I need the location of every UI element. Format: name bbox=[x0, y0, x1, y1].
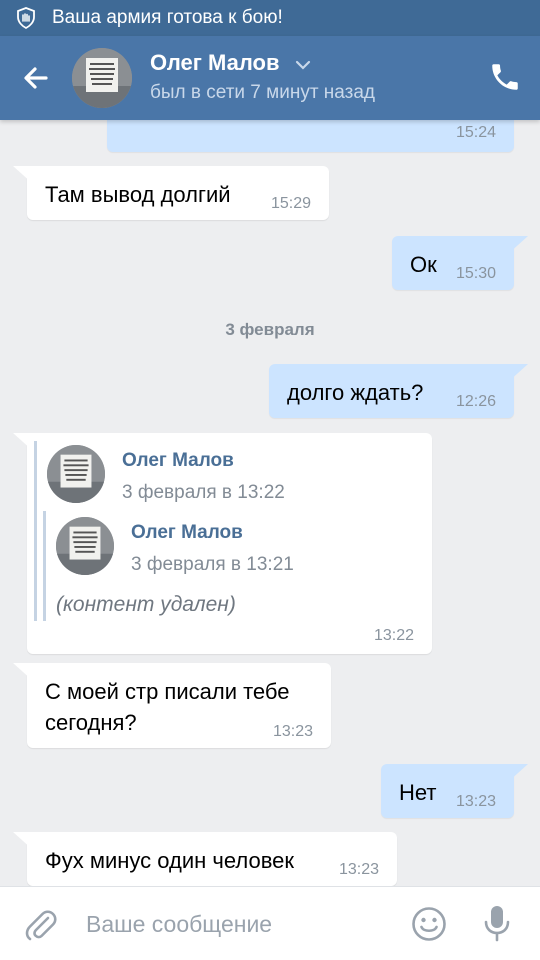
bubble-tail bbox=[508, 236, 528, 254]
forwarded-inner-avatar[interactable] bbox=[56, 517, 114, 575]
message-text: долго ждать? bbox=[287, 380, 424, 405]
message-incoming-forwarded[interactable]: Олег Малов 3 февраля в 13:22 Олег Малов … bbox=[13, 433, 432, 654]
message-text: Фух минус один человек bbox=[45, 848, 294, 873]
message-outgoing[interactable]: долго ждать? 12:26 bbox=[269, 364, 528, 418]
avatar-image bbox=[56, 517, 114, 575]
message-incoming[interactable]: Там вывод долгий 15:29 bbox=[13, 166, 329, 220]
message-composer: Ваше сообщение bbox=[0, 886, 540, 960]
notification-hand-icon bbox=[17, 7, 35, 30]
deleted-content-text: (контент удален) bbox=[56, 593, 236, 616]
chevron-down-icon[interactable] bbox=[294, 58, 312, 72]
message-time: 13:23 bbox=[272, 723, 313, 740]
message-time: 13:22 bbox=[373, 627, 414, 644]
message-text: Нет bbox=[399, 780, 437, 805]
message-time: 12:26 bbox=[455, 393, 496, 410]
message-incoming[interactable]: Фух минус один человек 13:23 bbox=[13, 832, 397, 886]
message-text-line-2: сегодня? bbox=[45, 710, 137, 735]
bubble-tail bbox=[13, 663, 33, 681]
message-text: Там вывод долгий bbox=[45, 182, 231, 207]
message-outgoing[interactable]: 15:24 bbox=[107, 120, 514, 152]
message-time: 15:24 bbox=[455, 124, 496, 141]
message-time: 15:30 bbox=[455, 265, 496, 282]
message-outgoing[interactable]: Нет 13:23 bbox=[381, 764, 528, 818]
bubble-tail bbox=[508, 364, 528, 382]
phone-icon[interactable] bbox=[488, 60, 522, 94]
microphone-icon[interactable] bbox=[480, 903, 514, 943]
smiley-icon[interactable] bbox=[410, 905, 448, 943]
avatar-image bbox=[47, 445, 105, 503]
message-text: Ок bbox=[410, 252, 437, 277]
forward-bar bbox=[34, 441, 37, 621]
bubble-tail bbox=[13, 832, 33, 850]
bubble-tail bbox=[13, 433, 33, 451]
contact-last-seen: был в сети 7 минут назад bbox=[150, 82, 376, 103]
message-text-line-1: С моей стр писали тебе bbox=[45, 679, 290, 704]
contact-name[interactable]: Олег Малов bbox=[150, 50, 280, 76]
forwarded-inner-date: 3 февраля в 13:21 bbox=[131, 554, 294, 575]
message-time: 15:29 bbox=[270, 195, 311, 212]
bubble-tail bbox=[13, 166, 33, 184]
forwarded-avatar[interactable] bbox=[47, 445, 105, 503]
message-input[interactable]: Ваше сообщение bbox=[86, 911, 272, 938]
chat-header: Олег Малов был в сети 7 минут назад bbox=[0, 36, 540, 120]
message-outgoing[interactable]: Ок 15:30 bbox=[392, 236, 528, 290]
date-separator: 3 февраля bbox=[225, 320, 315, 339]
message-time: 13:23 bbox=[338, 861, 379, 878]
forwarded-date: 3 февраля в 13:22 bbox=[122, 482, 285, 503]
forwarded-inner-sender-name[interactable]: Олег Малов bbox=[131, 522, 243, 544]
status-bar: Ваша армия готова к бою! bbox=[0, 0, 540, 36]
contact-avatar[interactable] bbox=[72, 48, 132, 108]
forwarded-sender-name[interactable]: Олег Малов bbox=[122, 450, 234, 472]
paperclip-icon[interactable] bbox=[22, 905, 60, 943]
arrow-left-icon[interactable] bbox=[18, 60, 54, 96]
forward-bar-inner bbox=[43, 511, 46, 621]
status-notification-text: Ваша армия готова к бою! bbox=[52, 7, 283, 28]
message-incoming[interactable]: С моей стр писали тебе сегодня? 13:23 bbox=[13, 663, 331, 748]
bubble-tail bbox=[508, 764, 528, 782]
avatar-image bbox=[72, 48, 132, 108]
message-list[interactable]: 15:24 Там вывод долгий 15:29 Ок 15:30 3 … bbox=[0, 120, 540, 886]
message-time: 13:23 bbox=[455, 793, 496, 810]
